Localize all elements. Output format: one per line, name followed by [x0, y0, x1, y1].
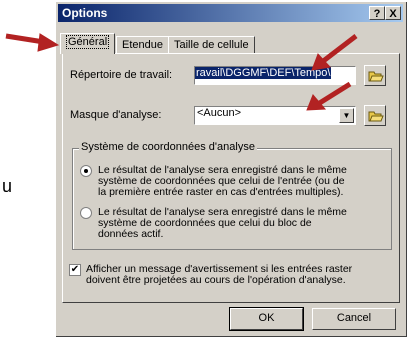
tab-general-label: Général	[66, 35, 110, 49]
arrow-tab-general	[5, 33, 45, 45]
arrow-workspace	[320, 34, 358, 64]
arrow-mask	[316, 81, 352, 107]
arrow-tab-general-head	[37, 33, 60, 52]
tab-general[interactable]: Général	[60, 33, 116, 54]
